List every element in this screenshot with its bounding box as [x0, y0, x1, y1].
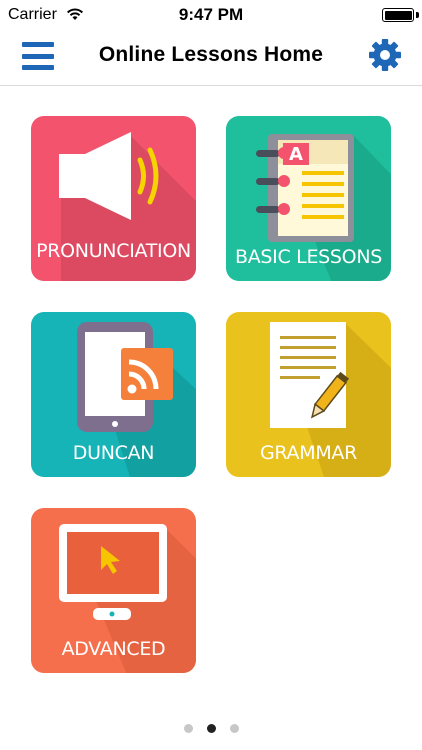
- tile-advanced[interactable]: ADVANCED: [31, 508, 196, 673]
- page-dot-current[interactable]: [206, 724, 216, 733]
- tile-label: ADVANCED: [61, 638, 166, 660]
- battery-tip: [416, 12, 419, 18]
- tile-label: DUNCAN: [72, 442, 155, 464]
- tile-pronunciation[interactable]: PRONUNCIATION: [31, 116, 196, 281]
- tile-label: GRAMMAR: [259, 442, 358, 464]
- tile-basic-lessons[interactable]: A BASIC LESSONS: [226, 116, 391, 281]
- status-time: 9:47 PM: [178, 5, 244, 24]
- page-title: Online Lessons Home: [98, 43, 324, 66]
- tile-label: PRONUNCIATION: [36, 240, 191, 262]
- page-dot[interactable]: [183, 724, 193, 733]
- tile-duncan[interactable]: DUNCAN: [31, 312, 196, 477]
- hamburger-menu-icon[interactable]: [22, 40, 54, 72]
- gear-icon[interactable]: [368, 38, 402, 72]
- status-bar: Carrier 9:47 PM: [0, 0, 422, 30]
- battery-icon: [382, 8, 414, 22]
- page-indicator[interactable]: [0, 724, 422, 733]
- navigation-bar: Online Lessons Home: [0, 30, 422, 86]
- page-dot[interactable]: [229, 724, 239, 733]
- tile-grammar[interactable]: GRAMMAR: [226, 312, 391, 477]
- battery-level: [384, 10, 412, 20]
- tile-label: BASIC LESSONS: [234, 246, 383, 268]
- svg-text:A: A: [289, 144, 303, 165]
